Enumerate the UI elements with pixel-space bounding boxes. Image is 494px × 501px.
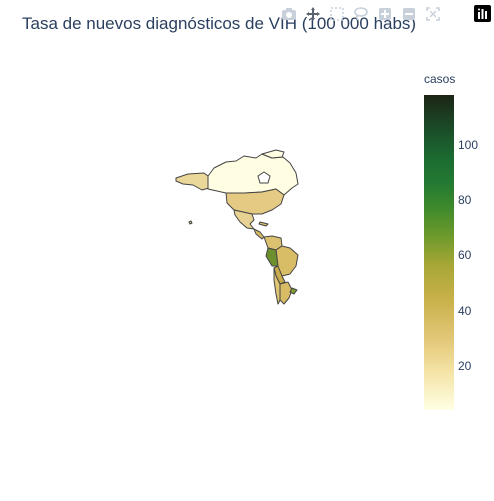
region-caribbean[interactable] xyxy=(258,221,269,227)
colorbar-tick-label: 100 xyxy=(458,137,479,152)
colorbar-tick-label: 20 xyxy=(458,358,472,373)
colorbar-tick-label: 40 xyxy=(458,303,472,318)
americas-choropleth-map[interactable] xyxy=(0,0,494,501)
region-hawaii[interactable] xyxy=(188,220,193,225)
colorbar-title: casos xyxy=(424,72,456,86)
region-argentina[interactable] xyxy=(279,281,293,305)
region-peru[interactable] xyxy=(265,247,279,267)
region-central-america[interactable] xyxy=(253,228,265,240)
colorbar-tick-label: 80 xyxy=(458,193,472,207)
colorbar-tick-label: 60 xyxy=(458,248,472,263)
region-alaska[interactable] xyxy=(175,172,210,191)
region-canada[interactable] xyxy=(207,153,299,196)
colorbar xyxy=(424,95,454,410)
